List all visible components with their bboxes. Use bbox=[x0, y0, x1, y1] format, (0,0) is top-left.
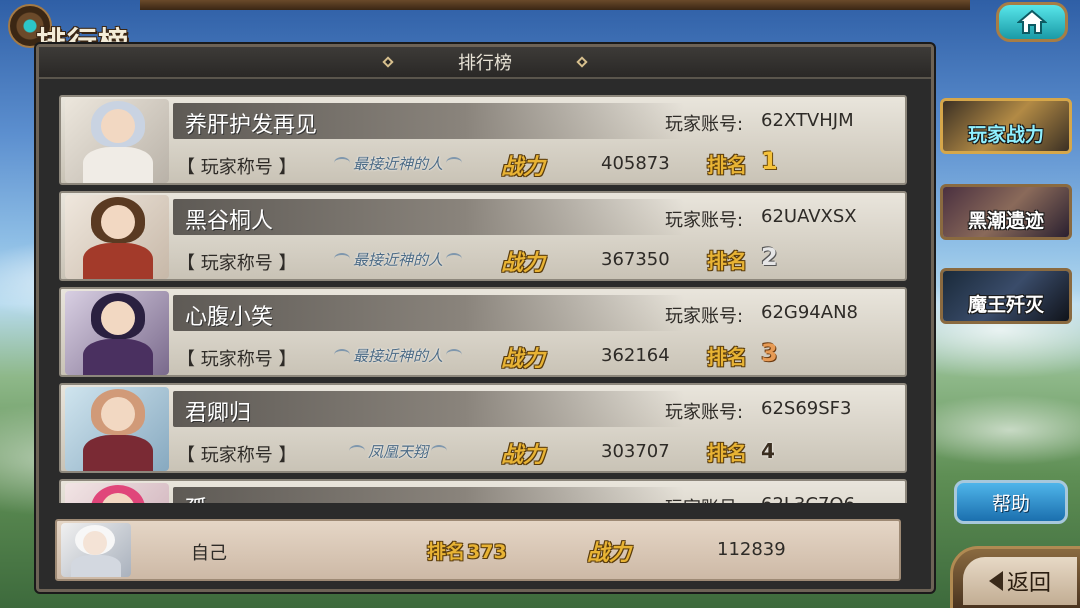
power-label: 战力 bbox=[501, 251, 546, 276]
title-label: 【 玩家称号 】 bbox=[177, 349, 297, 370]
diamond-ornament-icon bbox=[382, 56, 394, 68]
avatar-face bbox=[101, 109, 135, 143]
self-rank-label: 排名 bbox=[427, 541, 466, 563]
avatar-face bbox=[101, 301, 135, 335]
avatar-face bbox=[101, 397, 135, 431]
power-value: 303707 bbox=[601, 441, 670, 462]
tab-label: 玩家战力 bbox=[967, 124, 1044, 146]
self-power-label: 战力 bbox=[587, 541, 632, 566]
title-label: 【 玩家称号 】 bbox=[177, 253, 297, 274]
back-label: 返回 bbox=[1006, 571, 1051, 596]
player-name: 黑谷桐人 bbox=[185, 209, 274, 234]
leaderboard-panel: 排行榜 养肝护发再见 玩家账号: 62XTVHJM 【 玩家称号 】 最接近神的… bbox=[36, 44, 934, 592]
ranking-row[interactable]: 黑谷桐人 玩家账号: 62UAVXSX 【 玩家称号 】 最接近神的人 战力 3… bbox=[59, 191, 907, 281]
account-value: 62G94AN8 bbox=[761, 302, 858, 323]
power-label: 战力 bbox=[501, 347, 546, 372]
player-name: 君卿归 bbox=[185, 401, 252, 426]
top-frame-border bbox=[140, 0, 970, 10]
ranking-row[interactable]: 心腹小笑 玩家账号: 62G94AN8 【 玩家称号 】 最接近神的人 战力 3… bbox=[59, 287, 907, 377]
self-ranking-bar: 自己 排名 373 战力 112839 bbox=[55, 519, 901, 581]
player-honor: 最接近神的人 bbox=[323, 151, 473, 175]
ranking-list[interactable]: 养肝护发再见 玩家账号: 62XTVHJM 【 玩家称号 】 最接近神的人 战力… bbox=[59, 95, 907, 503]
player-avatar bbox=[65, 291, 169, 375]
rank-value: 3 bbox=[761, 339, 778, 367]
player-avatar bbox=[65, 387, 169, 471]
diamond-ornament-icon bbox=[576, 56, 588, 68]
avatar-body bbox=[83, 435, 153, 471]
self-power-value: 112839 bbox=[717, 539, 786, 560]
tab-player-power[interactable]: 玩家战力 bbox=[940, 98, 1072, 154]
tab-black-tide-ruins[interactable]: 黑潮遗迹 bbox=[940, 184, 1072, 240]
back-button[interactable]: 返回 bbox=[950, 546, 1080, 608]
rank-label: 排名 bbox=[707, 153, 747, 177]
account-value: 62XTVHJM bbox=[761, 110, 854, 131]
account-value: 62UAVXSX bbox=[761, 206, 857, 227]
ranking-row[interactable]: 孤 玩家账号: 62L3C7Q6 bbox=[59, 479, 907, 503]
home-button[interactable] bbox=[996, 2, 1068, 42]
tab-label: 魔王歼灭 bbox=[967, 294, 1044, 316]
title-label: 【 玩家称号 】 bbox=[177, 445, 297, 466]
back-arrow-icon bbox=[988, 571, 1003, 591]
rank-label: 排名 bbox=[707, 249, 747, 273]
account-label: 玩家账号: bbox=[665, 402, 744, 423]
panel-title: 排行榜 bbox=[458, 53, 512, 74]
tab-label: 黑潮遗迹 bbox=[967, 210, 1044, 232]
account-label: 玩家账号: bbox=[665, 210, 744, 231]
power-value: 405873 bbox=[601, 153, 670, 174]
self-rank: 排名 373 bbox=[425, 537, 507, 564]
account-value: 62L3C7Q6 bbox=[761, 494, 855, 503]
power-value: 367350 bbox=[601, 249, 670, 270]
player-avatar bbox=[65, 483, 169, 503]
avatar-face bbox=[101, 205, 135, 239]
avatar-body bbox=[71, 555, 121, 577]
ranking-row[interactable]: 养肝护发再见 玩家账号: 62XTVHJM 【 玩家称号 】 最接近神的人 战力… bbox=[59, 95, 907, 185]
self-avatar bbox=[61, 523, 131, 577]
self-name: 自己 bbox=[191, 543, 227, 564]
ranking-row[interactable]: 君卿归 玩家账号: 62S69SF3 【 玩家称号 】 凤凰天翔 战力 3037… bbox=[59, 383, 907, 473]
avatar-face bbox=[83, 531, 107, 555]
rank-label: 排名 bbox=[707, 345, 747, 369]
player-avatar bbox=[65, 195, 169, 279]
help-button[interactable]: 帮助 bbox=[954, 480, 1068, 524]
rank-value: 2 bbox=[761, 243, 778, 271]
power-label: 战力 bbox=[501, 443, 546, 468]
rank-label: 排名 bbox=[707, 441, 747, 465]
account-label: 玩家账号: bbox=[665, 114, 744, 135]
player-name: 心腹小笑 bbox=[185, 305, 274, 330]
power-value: 362164 bbox=[601, 345, 670, 366]
account-label: 玩家账号: bbox=[665, 306, 744, 327]
panel-header: 排行榜 bbox=[39, 47, 931, 79]
avatar-body bbox=[83, 147, 153, 183]
avatar-body bbox=[83, 243, 153, 279]
back-button-inner: 返回 bbox=[963, 557, 1077, 605]
avatar-body bbox=[83, 339, 153, 375]
account-label: 玩家账号: bbox=[665, 494, 743, 503]
player-honor: 最接近神的人 bbox=[323, 247, 473, 271]
home-icon bbox=[1017, 9, 1047, 34]
title-label: 【 玩家称号 】 bbox=[177, 157, 297, 178]
rank-value: 4 bbox=[761, 439, 775, 463]
player-honor: 最接近神的人 bbox=[323, 343, 473, 367]
rank-value: 1 bbox=[761, 147, 778, 175]
player-avatar bbox=[65, 99, 169, 183]
player-honor: 凤凰天翔 bbox=[323, 439, 473, 463]
self-rank-value: 373 bbox=[467, 541, 507, 563]
player-name: 养肝护发再见 bbox=[185, 113, 318, 138]
power-label: 战力 bbox=[501, 155, 546, 180]
tab-demon-lord[interactable]: 魔王歼灭 bbox=[940, 268, 1072, 324]
account-value: 62S69SF3 bbox=[761, 398, 852, 419]
player-name: 孤 bbox=[185, 491, 207, 503]
